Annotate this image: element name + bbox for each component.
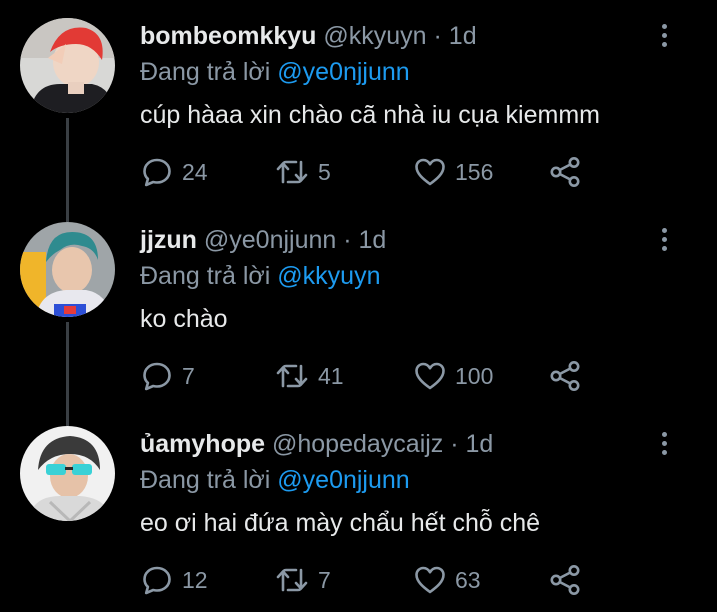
share-button[interactable] <box>548 154 582 190</box>
share-icon <box>550 565 580 595</box>
separator-dot: · <box>336 226 359 254</box>
retweet-button[interactable]: 41 <box>274 358 344 394</box>
like-icon <box>415 566 445 594</box>
replying-to: Đang trả lời @ye0njjunn <box>140 56 410 88</box>
replying-to-label: Đang trả lời <box>140 466 278 494</box>
retweet-icon <box>276 160 308 184</box>
avatar[interactable] <box>20 18 115 113</box>
replying-to: Đang trả lời @kkyuyn <box>140 260 380 292</box>
handle[interactable]: @ye0njjunn <box>204 226 336 254</box>
tweet[interactable]: ủamyhope @hopedaycaijz · 1d Đang trả lời… <box>0 408 717 612</box>
share-button[interactable] <box>548 358 582 394</box>
tweet-actions: 7 41 100 <box>140 358 610 394</box>
tweet[interactable]: bombeomkkyu @kkyuyn · 1d Đang trả lời @y… <box>0 0 717 204</box>
reply-button[interactable]: 7 <box>140 358 195 394</box>
more-vertical-icon[interactable] <box>656 432 672 460</box>
tweet-text: cúp hàaa xin chào cã nhà iu cụa kiemmm <box>140 101 600 129</box>
tweet[interactable]: jjzun @ye0njjunn · 1d Đang trả lời @kkyu… <box>0 204 717 408</box>
reply-icon <box>143 566 171 595</box>
retweet-count: 7 <box>318 566 331 593</box>
handle[interactable]: @kkyuyn <box>323 22 426 50</box>
like-count: 100 <box>455 362 494 389</box>
mention-link[interactable]: @ye0njjunn <box>277 466 409 494</box>
like-count: 63 <box>455 566 481 593</box>
avatar[interactable] <box>20 222 115 317</box>
more-vertical-icon[interactable] <box>656 24 672 52</box>
replying-to: Đang trả lời @ye0njjunn <box>140 464 410 496</box>
retweet-button[interactable]: 7 <box>274 562 331 598</box>
retweet-count: 5 <box>318 158 331 185</box>
reply-button[interactable]: 12 <box>140 562 208 598</box>
tweet-actions: 12 7 63 <box>140 562 610 598</box>
retweet-count: 41 <box>318 362 344 389</box>
reply-icon <box>143 158 171 187</box>
retweet-icon <box>276 364 308 388</box>
retweet-button[interactable]: 5 <box>274 154 331 190</box>
replying-to-label: Đang trả lời <box>140 262 278 290</box>
display-name[interactable]: ủamyhope <box>140 430 265 458</box>
mention-link[interactable]: @kkyuyn <box>277 262 380 290</box>
timestamp[interactable]: 1d <box>359 226 387 254</box>
handle[interactable]: @hopedaycaijz <box>272 430 443 458</box>
mention-link[interactable]: @ye0njjunn <box>277 58 409 86</box>
like-count: 156 <box>455 158 494 185</box>
like-icon <box>415 362 445 390</box>
tweet-text: eo ơi hai đứa mày chẩu hết chỗ chê <box>140 509 541 537</box>
more-vertical-icon[interactable] <box>656 228 672 256</box>
avatar[interactable] <box>20 426 115 521</box>
display-name[interactable]: jjzun <box>140 226 197 254</box>
like-button[interactable]: 156 <box>413 154 493 190</box>
timestamp[interactable]: 1d <box>449 22 477 50</box>
separator-dot: · <box>443 430 466 458</box>
display-name[interactable]: bombeomkkyu <box>140 22 316 50</box>
reply-count: 7 <box>182 362 195 389</box>
reply-button[interactable]: 24 <box>140 154 208 190</box>
share-icon <box>550 361 580 391</box>
like-button[interactable]: 100 <box>413 358 493 394</box>
share-icon <box>550 157 580 187</box>
reply-icon <box>143 362 171 391</box>
reply-count: 12 <box>182 566 208 593</box>
like-button[interactable]: 63 <box>413 562 481 598</box>
retweet-icon <box>276 568 308 592</box>
separator-dot: · <box>426 22 449 50</box>
reply-count: 24 <box>182 158 208 185</box>
share-button[interactable] <box>548 562 582 598</box>
tweet-text: ko chào <box>140 305 228 333</box>
tweet-actions: 24 5 156 <box>140 154 610 190</box>
like-icon <box>415 158 445 186</box>
timestamp[interactable]: 1d <box>466 430 494 458</box>
replying-to-label: Đang trả lời <box>140 58 278 86</box>
